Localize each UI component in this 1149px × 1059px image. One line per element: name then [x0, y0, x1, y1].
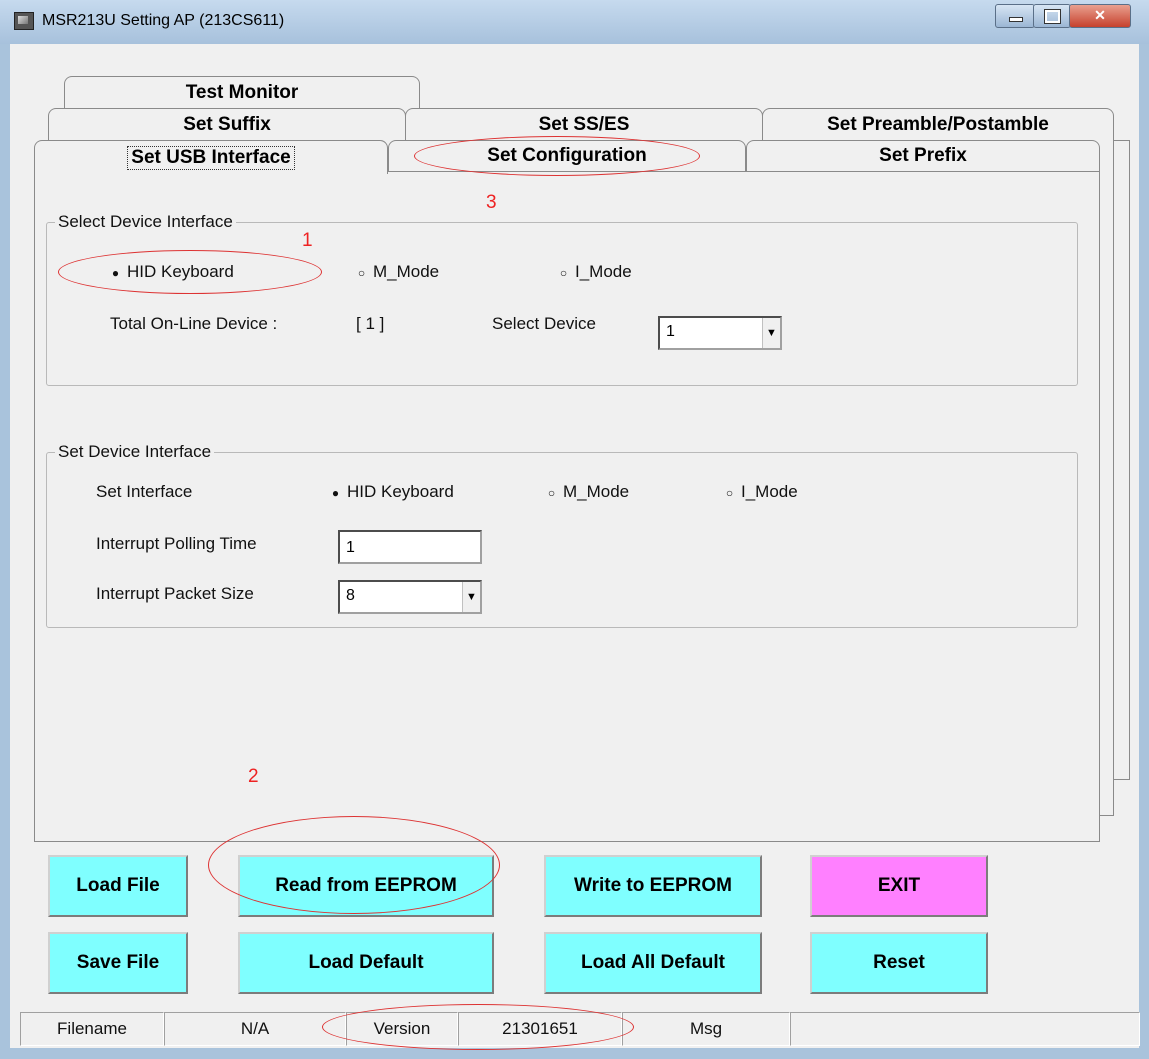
window-title: MSR213U Setting AP (213CS611)	[42, 12, 285, 29]
load-all-default-button[interactable]: Load All Default	[544, 932, 762, 994]
total-online-device-value: [ 1 ]	[356, 314, 385, 333]
app-window: MSR213U Setting AP (213CS611) ✕ Test Mon…	[0, 0, 1149, 1059]
tab-label: Set Prefix	[879, 145, 967, 166]
radio-set-hid-keyboard[interactable]: ● HID Keyboard	[330, 482, 454, 502]
radio-set-i-mode[interactable]: ○ I_Mode	[724, 482, 798, 502]
chevron-down-icon[interactable]: ▼	[762, 318, 780, 348]
dropdown-value: 1	[666, 323, 675, 340]
tab-set-usb-interface[interactable]: Set USB Interface	[34, 140, 388, 174]
interrupt-polling-time-input[interactable]: 1	[338, 530, 482, 564]
annotation-step-3: 3	[486, 192, 497, 213]
set-interface-label: Set Interface	[96, 482, 193, 501]
tab-set-prefix[interactable]: Set Prefix	[746, 140, 1100, 172]
radio-set-m-mode[interactable]: ○ M_Mode	[546, 482, 629, 502]
radio-label: M_Mode	[373, 262, 440, 281]
maximize-button[interactable]	[1033, 4, 1071, 28]
load-default-button[interactable]: Load Default	[238, 932, 494, 994]
group-title: Select Device Interface	[55, 212, 236, 232]
select-device-dropdown[interactable]: 1 ▼	[658, 316, 782, 350]
app-icon	[14, 12, 34, 30]
radio-checked-icon: ●	[331, 486, 340, 500]
radio-label: I_Mode	[575, 262, 632, 281]
annotation-ring-version	[322, 1004, 634, 1050]
close-icon: ✕	[1094, 7, 1106, 23]
exit-button[interactable]: EXIT	[810, 855, 988, 917]
radio-unchecked-icon: ○	[725, 486, 734, 500]
load-file-button[interactable]: Load File	[48, 855, 188, 917]
dropdown-value: 8	[346, 587, 355, 604]
save-file-button[interactable]: Save File	[48, 932, 188, 994]
tab-set-suffix[interactable]: Set Suffix	[48, 108, 406, 144]
input-value: 1	[346, 539, 355, 556]
select-device-interface-group: Select Device Interface	[46, 212, 1078, 386]
group-title: Set Device Interface	[55, 442, 215, 462]
tab-label: Test Monitor	[185, 82, 299, 103]
interrupt-packet-size-dropdown[interactable]: 8 ▼	[338, 580, 482, 614]
minimize-button[interactable]	[995, 4, 1035, 28]
radio-select-m-mode[interactable]: ○ M_Mode	[356, 262, 439, 282]
reset-button[interactable]: Reset	[810, 932, 988, 994]
annotation-ring-hid-keyboard	[58, 250, 322, 294]
interrupt-packet-size-label: Interrupt Packet Size	[96, 584, 254, 603]
tab-set-preamble-postamble[interactable]: Set Preamble/Postamble	[762, 108, 1114, 144]
total-online-device-label: Total On-Line Device :	[110, 314, 278, 333]
close-button[interactable]: ✕	[1069, 4, 1131, 28]
annotation-ring-read-eeprom	[208, 816, 500, 914]
tab-label: Set USB Interface	[127, 146, 295, 170]
radio-label: I_Mode	[741, 482, 798, 501]
tab-test-monitor[interactable]: Test Monitor	[64, 76, 420, 112]
interrupt-polling-time-label: Interrupt Polling Time	[96, 534, 257, 553]
chevron-down-icon[interactable]: ▼	[462, 582, 480, 612]
select-device-label: Select Device	[492, 314, 596, 333]
radio-unchecked-icon: ○	[357, 266, 366, 280]
write-to-eeprom-button[interactable]: Write to EEPROM	[544, 855, 762, 917]
radio-unchecked-icon: ○	[547, 486, 556, 500]
status-msg-label: Msg	[622, 1012, 790, 1046]
radio-label: HID Keyboard	[347, 482, 454, 501]
status-filename-label: Filename	[20, 1012, 164, 1046]
radio-select-i-mode[interactable]: ○ I_Mode	[558, 262, 632, 282]
title-bar[interactable]: MSR213U Setting AP (213CS611) ✕	[0, 0, 1149, 44]
status-msg-value	[790, 1012, 1140, 1046]
annotation-ring-set-configuration	[414, 136, 700, 176]
annotation-step-1: 1	[302, 230, 313, 251]
radio-label: M_Mode	[563, 482, 630, 501]
tab-label: Set Suffix	[183, 114, 271, 135]
status-filename-value: N/A	[164, 1012, 346, 1046]
annotation-step-2: 2	[248, 766, 259, 787]
radio-unchecked-icon: ○	[559, 266, 568, 280]
tab-label: Set Preamble/Postamble	[827, 114, 1049, 135]
